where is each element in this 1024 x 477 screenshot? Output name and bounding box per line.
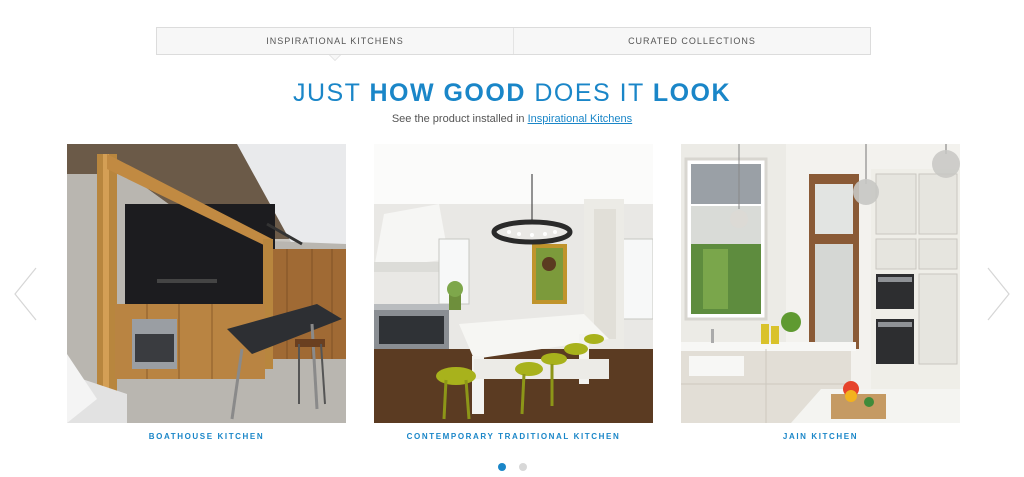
category-tabs: INSPIRATIONAL KITCHENS CURATED COLLECTIO… bbox=[156, 27, 871, 61]
inspirational-kitchens-link[interactable]: Inspirational Kitchens bbox=[528, 113, 633, 125]
page-headline: JUST HOW GOOD DOES IT LOOK bbox=[0, 78, 1024, 108]
kitchen-card-boathouse[interactable]: BOATHOUSE KITCHEN bbox=[67, 144, 346, 441]
headline-part-4: LOOK bbox=[652, 79, 732, 107]
chevron-right-icon[interactable] bbox=[986, 266, 1012, 322]
headline-part-2: HOW GOOD bbox=[369, 79, 526, 107]
kitchen-caption-contemporary-traditional[interactable]: CONTEMPORARY TRADITIONAL KITCHEN bbox=[374, 432, 653, 441]
kitchen-card-contemporary-traditional[interactable]: CONTEMPORARY TRADITIONAL KITCHEN bbox=[374, 144, 653, 441]
carousel-pagination bbox=[0, 463, 1024, 471]
carousel-dot-2[interactable] bbox=[518, 463, 527, 471]
kitchen-caption-jain[interactable]: JAIN KITCHEN bbox=[681, 432, 960, 441]
chevron-left-icon[interactable] bbox=[12, 266, 38, 322]
tab-curated-collections[interactable]: CURATED COLLECTIONS bbox=[513, 28, 870, 54]
tab-inspirational-kitchens[interactable]: INSPIRATIONAL KITCHENS bbox=[157, 28, 513, 61]
headline-part-1: JUST bbox=[292, 79, 370, 107]
kitchen-photo-contemporary-traditional[interactable] bbox=[374, 144, 653, 423]
subheadline-text: See the product installed in bbox=[391, 113, 528, 125]
kitchen-card-jain[interactable]: JAIN KITCHEN bbox=[681, 144, 960, 441]
kitchen-photo-jain[interactable] bbox=[681, 144, 960, 423]
subheadline: See the product installed in Inspiration… bbox=[0, 113, 1024, 125]
headline-part-3: DOES IT bbox=[525, 79, 653, 107]
carousel-dot-1[interactable] bbox=[497, 463, 506, 471]
kitchen-caption-boathouse[interactable]: BOATHOUSE KITCHEN bbox=[67, 432, 346, 441]
kitchen-photo-boathouse[interactable] bbox=[67, 144, 346, 423]
